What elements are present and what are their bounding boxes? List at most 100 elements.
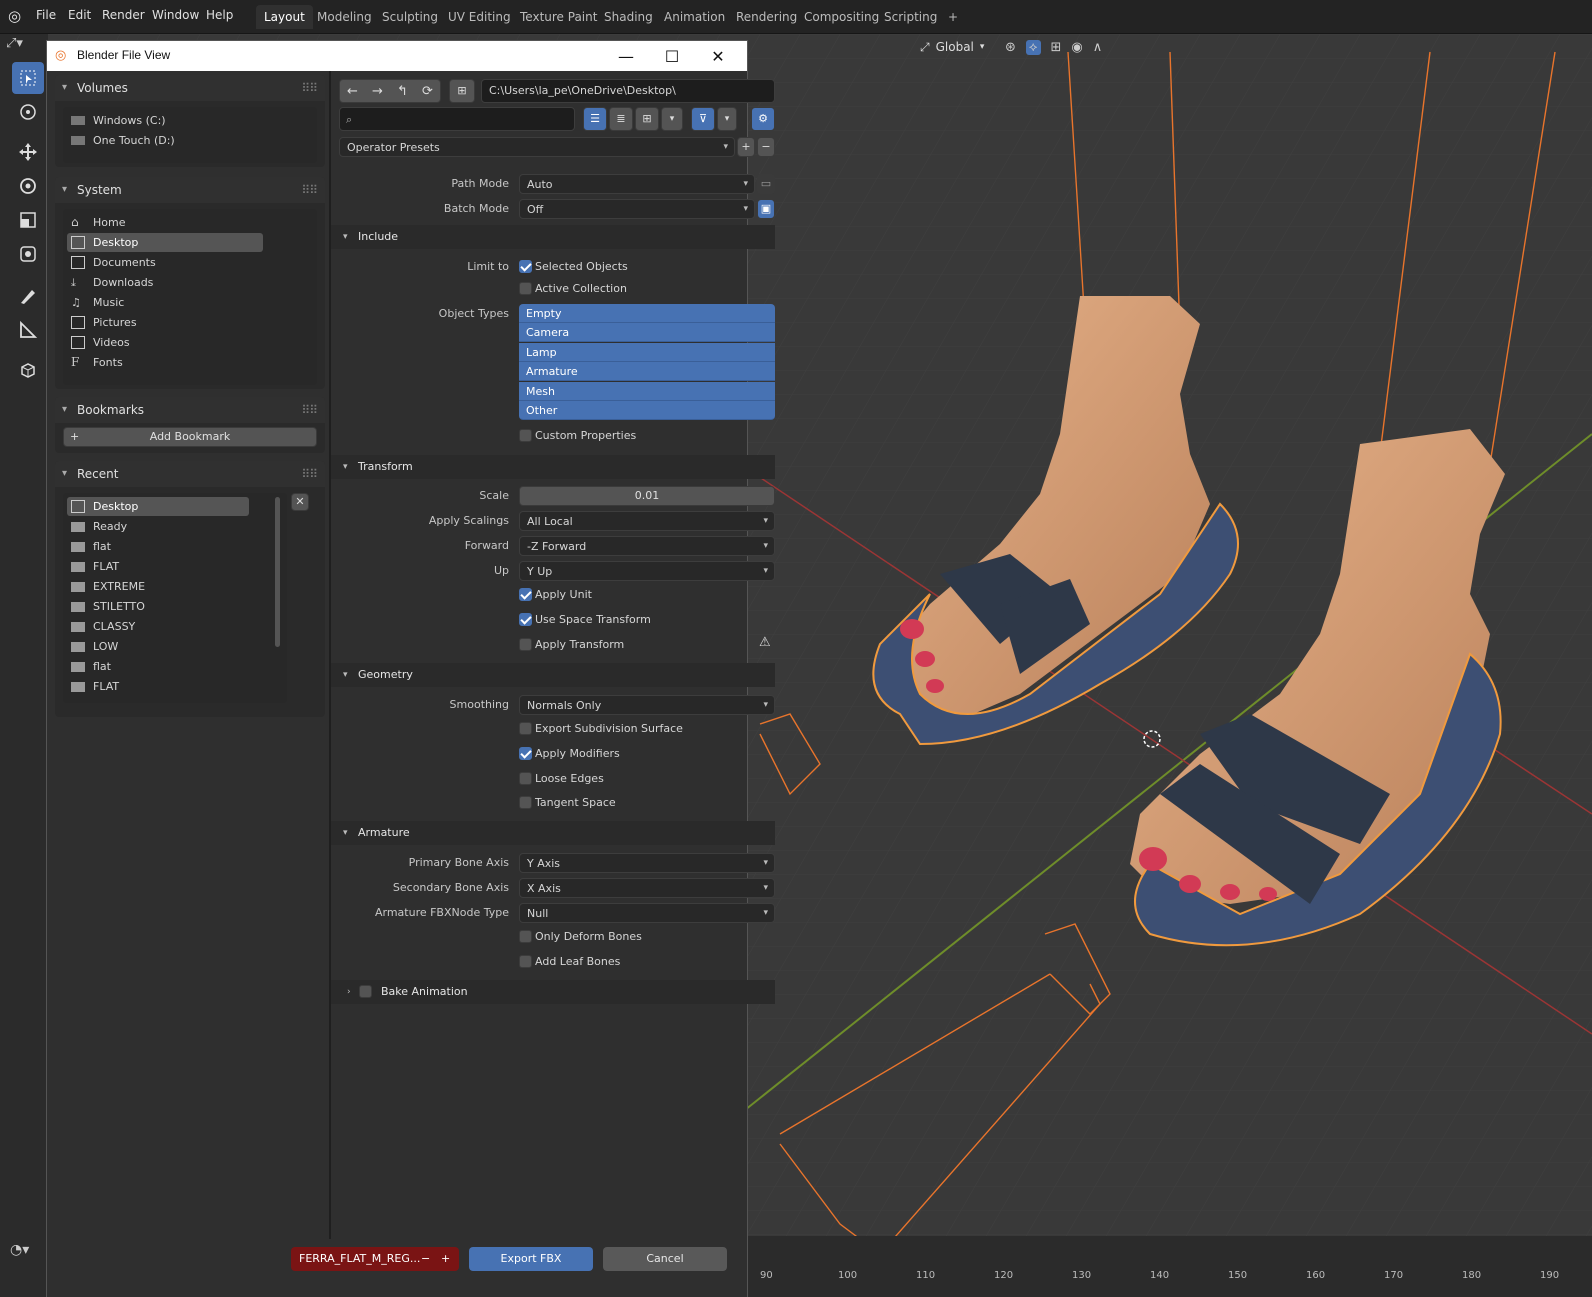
loose-edges-label[interactable]: Loose Edges: [535, 772, 604, 785]
measure-icon[interactable]: [12, 314, 44, 346]
drag-handle-icon[interactable]: ⠿⠿: [301, 177, 318, 203]
increment-icon[interactable]: +: [441, 1247, 450, 1271]
transform-section-header[interactable]: ▾ Transform: [331, 455, 775, 479]
custom-properties-label[interactable]: Custom Properties: [535, 429, 636, 442]
up-dropdown[interactable]: Y Up ▾: [519, 561, 775, 581]
operator-presets-dropdown[interactable]: Operator Presets ▾: [339, 137, 735, 157]
tangent-space-label[interactable]: Tangent Space: [535, 796, 616, 809]
recent-item[interactable]: CLASSY: [67, 617, 263, 636]
active-collection-label[interactable]: Active Collection: [535, 282, 627, 295]
bake-animation-checkbox[interactable]: [359, 985, 372, 998]
remove-preset-button[interactable]: −: [757, 137, 775, 157]
recent-header[interactable]: ▾ Recent ⠿⠿: [55, 461, 325, 487]
tab-animation[interactable]: Animation: [656, 5, 733, 29]
recent-item[interactable]: flat: [67, 657, 263, 676]
select-box-icon[interactable]: [12, 62, 44, 94]
sidebar-item-downloads[interactable]: ⤓ Downloads: [67, 273, 263, 292]
forward-icon[interactable]: →: [372, 84, 383, 99]
add-leaf-bones-checkbox[interactable]: [519, 955, 532, 968]
tab-sculpting[interactable]: Sculpting: [374, 5, 446, 29]
export-subdivision-checkbox[interactable]: [519, 722, 532, 735]
drag-handle-icon[interactable]: ⠿⠿: [301, 397, 318, 423]
tab-modeling[interactable]: Modeling: [309, 5, 380, 29]
cursor-icon[interactable]: [12, 96, 44, 128]
recent-item[interactable]: Ready: [67, 517, 263, 536]
chevron-down-icon[interactable]: ▾: [661, 107, 683, 131]
smoothing-dropdown[interactable]: Normals Only ▾: [519, 695, 775, 715]
include-section-header[interactable]: ▾ Include: [331, 225, 775, 249]
recent-item-desktop[interactable]: Desktop: [67, 497, 249, 516]
sidebar-item-documents[interactable]: Documents: [67, 253, 263, 272]
sidebar-item-fonts[interactable]: F Fonts: [67, 353, 263, 372]
new-folder-icon[interactable]: ⊞: [449, 79, 475, 103]
apply-transform-checkbox[interactable]: [519, 638, 532, 651]
rotate-icon[interactable]: [12, 170, 44, 202]
cancel-button[interactable]: Cancel: [603, 1247, 727, 1271]
blender-logo-icon[interactable]: ◎: [8, 7, 21, 25]
path-field[interactable]: C:\Users\la_pe\OneDrive\Desktop\: [481, 79, 775, 103]
geometry-section-header[interactable]: ▾ Geometry: [331, 663, 775, 687]
secondary-bone-axis-dropdown[interactable]: X Axis ▾: [519, 878, 775, 898]
transform-icon[interactable]: [12, 238, 44, 270]
add-bookmark-button[interactable]: + Add Bookmark: [63, 427, 317, 447]
export-fbx-button[interactable]: Export FBX: [469, 1247, 593, 1271]
proportional-edit-icon[interactable]: ◉: [1071, 40, 1082, 55]
tab-layout[interactable]: Layout: [256, 5, 313, 29]
snap-icon[interactable]: ⟡: [1025, 39, 1041, 55]
timeline-editor-icon[interactable]: ◔▾: [10, 1242, 29, 1258]
batch-own-dir-icon[interactable]: ▣: [757, 199, 775, 219]
decrement-icon[interactable]: −: [421, 1247, 430, 1271]
back-icon[interactable]: ←: [347, 84, 358, 99]
object-type-other[interactable]: Other: [519, 401, 775, 420]
drag-handle-icon[interactable]: ⠿⠿: [301, 75, 318, 101]
recent-item[interactable]: LOW: [67, 637, 263, 656]
thumbnail-view-icon[interactable]: ⊞: [635, 107, 659, 131]
falloff-icon[interactable]: ∧: [1093, 40, 1103, 55]
menu-file[interactable]: File: [36, 8, 56, 22]
menu-help[interactable]: Help: [206, 8, 233, 22]
pivot-icon[interactable]: ⊛: [1005, 40, 1016, 55]
scrollbar[interactable]: [275, 497, 280, 647]
minimize-icon[interactable]: —: [603, 41, 649, 71]
add-workspace-button[interactable]: +: [940, 5, 966, 29]
add-leaf-bones-label[interactable]: Add Leaf Bones: [535, 955, 620, 968]
recent-item[interactable]: FLAT: [67, 677, 263, 696]
detail-view-icon[interactable]: ≣: [609, 107, 633, 131]
scale-icon[interactable]: [12, 204, 44, 236]
clear-recent-icon[interactable]: ✕: [291, 493, 309, 511]
sidebar-item-videos[interactable]: Videos: [67, 333, 263, 352]
apply-modifiers-checkbox[interactable]: [519, 747, 532, 760]
object-type-mesh[interactable]: Mesh: [519, 382, 775, 401]
dialog-titlebar[interactable]: ◎ Blender File View — ☐ ✕: [47, 41, 747, 71]
scale-field[interactable]: 0.01: [519, 486, 775, 506]
object-type-camera[interactable]: Camera: [519, 323, 775, 342]
object-type-empty[interactable]: Empty: [519, 304, 775, 323]
tangent-space-checkbox[interactable]: [519, 796, 532, 809]
sidebar-item-pictures[interactable]: Pictures: [67, 313, 263, 332]
armature-section-header[interactable]: ▾ Armature: [331, 821, 775, 845]
bake-animation-section-header[interactable]: › Bake Animation: [331, 980, 775, 1004]
selected-objects-label[interactable]: Selected Objects: [535, 260, 628, 273]
sidebar-item-music[interactable]: ♫ Music: [67, 293, 263, 312]
search-input[interactable]: ⌕: [339, 107, 575, 131]
editor-type-icon[interactable]: ⤢▾: [6, 36, 23, 51]
recent-item[interactable]: EXTREME: [67, 577, 263, 596]
embed-textures-icon[interactable]: ▭: [757, 174, 775, 194]
batch-mode-dropdown[interactable]: Off ▾: [519, 199, 755, 219]
recent-item[interactable]: FLAT: [67, 557, 263, 576]
loose-edges-checkbox[interactable]: [519, 772, 532, 785]
snap-target-icon[interactable]: ⊞: [1051, 40, 1062, 55]
active-collection-checkbox[interactable]: [519, 282, 532, 295]
object-type-lamp[interactable]: Lamp: [519, 343, 775, 362]
menu-edit[interactable]: Edit: [68, 8, 91, 22]
move-icon[interactable]: [12, 136, 44, 168]
apply-unit-checkbox[interactable]: [519, 588, 532, 601]
forward-dropdown[interactable]: -Z Forward ▾: [519, 536, 775, 556]
close-icon[interactable]: ✕: [695, 41, 741, 71]
refresh-icon[interactable]: ⟳: [422, 84, 433, 99]
filter-icon[interactable]: ⊽: [691, 107, 715, 131]
use-space-transform-checkbox[interactable]: [519, 613, 532, 626]
recent-item[interactable]: STILETTO: [67, 597, 263, 616]
menu-window[interactable]: Window: [152, 8, 199, 22]
selected-objects-checkbox[interactable]: [519, 260, 532, 273]
